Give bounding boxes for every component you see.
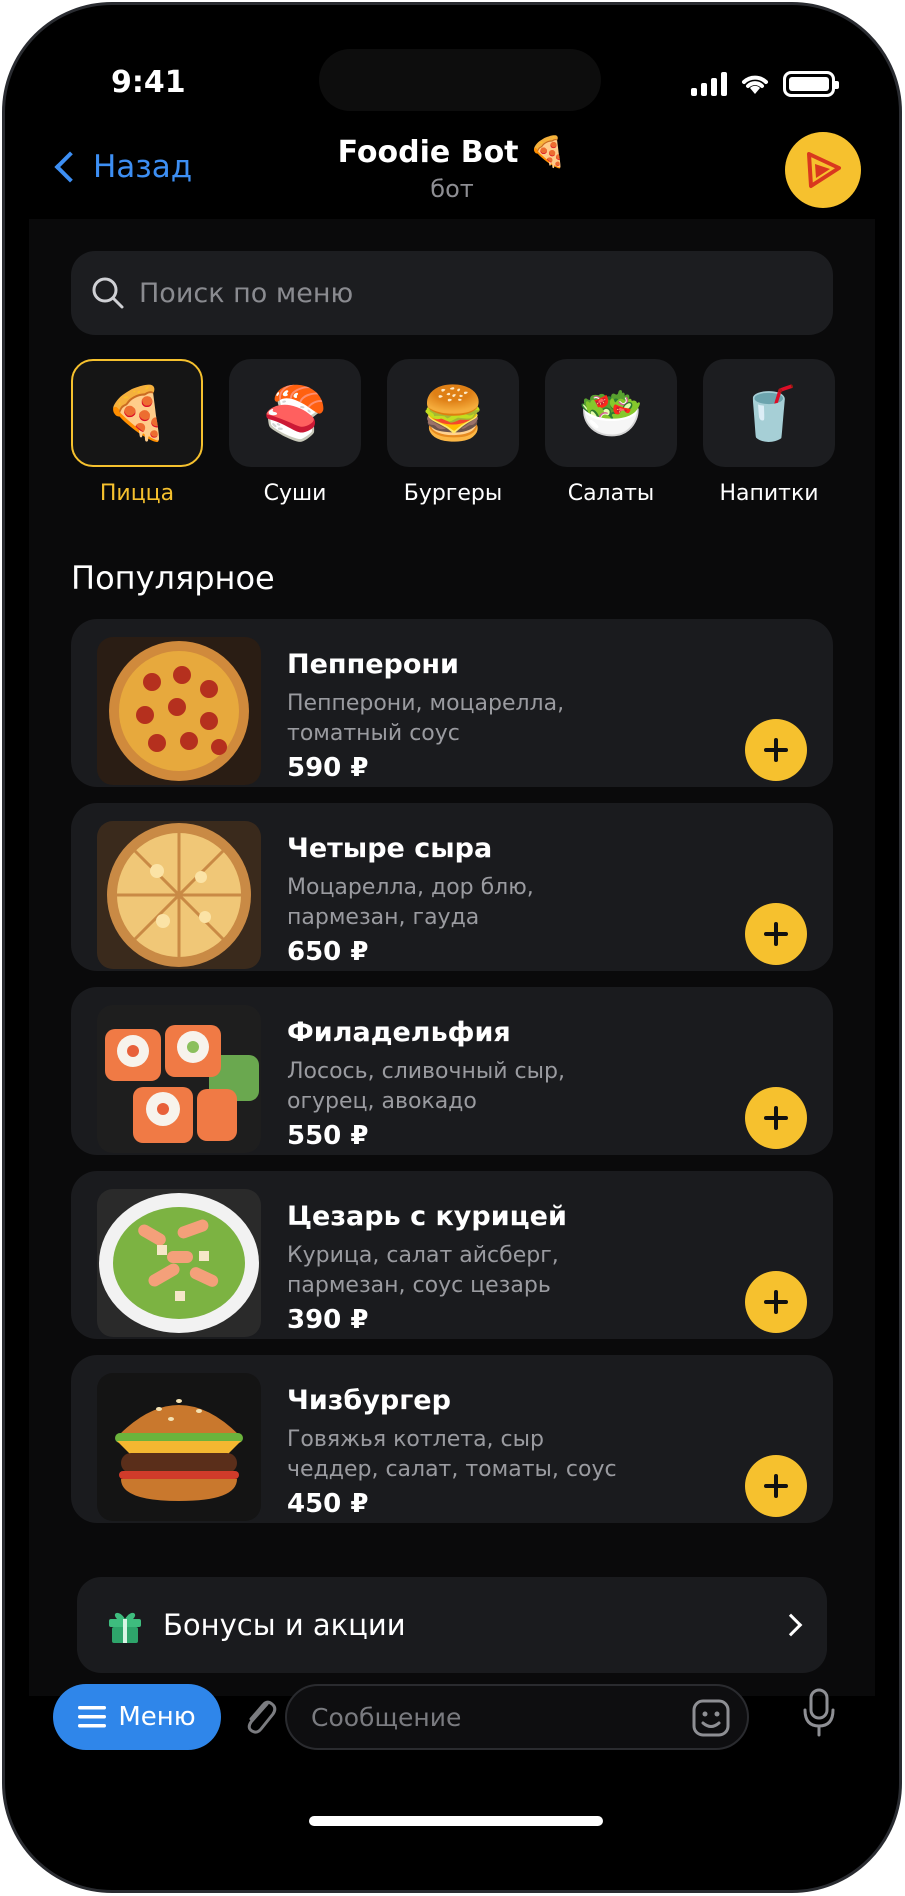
search-bar[interactable] — [71, 251, 833, 335]
message-input[interactable] — [311, 1702, 671, 1732]
signal-icon — [691, 72, 727, 96]
drink-can-icon: 🥤 — [736, 383, 802, 444]
cheeseburger-image — [97, 1373, 261, 1521]
hamburger-icon — [78, 1706, 107, 1728]
category-label: Суши — [263, 481, 327, 506]
sushi-icon: 🍣 — [262, 383, 328, 444]
category-sushi[interactable]: 🍣 Суши — [229, 359, 361, 506]
category-tile: 🥗 — [545, 359, 677, 467]
item-description: Моцарелла, дор блю, пармезан, гауда — [287, 875, 534, 930]
bot-avatar[interactable] — [785, 132, 861, 208]
status-icons — [691, 71, 839, 97]
item-name: Филадельфия — [287, 1017, 511, 1048]
microphone-icon[interactable] — [801, 1688, 837, 1738]
category-label: Бургеры — [403, 481, 503, 506]
chevron-right-icon — [779, 1613, 803, 1637]
bonus-label: Бонусы и акции — [163, 1608, 406, 1642]
wifi-icon — [742, 75, 768, 94]
philadelphia-roll-image — [97, 1005, 261, 1153]
pepperoni-pizza-image — [97, 637, 261, 785]
dynamic-island — [319, 49, 601, 111]
item-description: Говяжья котлета, сыр чеддер, салат, тома… — [287, 1427, 617, 1482]
category-salads[interactable]: 🥗 Салаты — [545, 359, 677, 506]
home-indicator[interactable] — [309, 1816, 603, 1826]
pizza-icon: 🍕 — [104, 383, 170, 444]
burger-icon: 🍔 — [420, 383, 486, 444]
caesar-salad-image — [97, 1189, 261, 1337]
add-to-cart-button[interactable] — [745, 903, 807, 965]
message-field[interactable] — [285, 1684, 749, 1750]
category-label: Напитки — [719, 481, 819, 506]
category-burgers[interactable]: 🍔 Бургеры — [387, 359, 519, 506]
pizza-logo-icon — [807, 152, 841, 188]
section-title: Популярное — [71, 559, 275, 597]
menu-item[interactable]: Филадельфия Лосось, сливочный сыр, огуре… — [71, 987, 833, 1155]
item-price: 590 ₽ — [287, 753, 369, 783]
item-price: 650 ₽ — [287, 937, 369, 967]
category-tile: 🍣 — [229, 359, 361, 467]
menu-item[interactable]: Чизбургер Говяжья котлета, сыр чеддер, с… — [71, 1355, 833, 1523]
chat-subtitle: бот — [430, 175, 474, 203]
bonus-promo-row[interactable]: Бонусы и акции — [77, 1577, 827, 1673]
category-tile: 🍕 — [71, 359, 203, 467]
screen: 9:41 Назад Foodie Bot 🍕 бот Поиск по мен… — [29, 29, 875, 1866]
add-to-cart-button[interactable] — [745, 1087, 807, 1149]
item-name: Пепперони — [287, 649, 459, 680]
search-input[interactable] — [139, 277, 659, 309]
chat-title: Foodie Bot 🍕 — [337, 135, 567, 170]
paperclip-icon[interactable] — [239, 1694, 279, 1738]
item-price: 390 ₽ — [287, 1305, 369, 1335]
item-price: 450 ₽ — [287, 1489, 369, 1519]
message-input-bar: Меню — [29, 1676, 875, 1756]
add-to-cart-button[interactable] — [745, 1271, 807, 1333]
add-to-cart-button[interactable] — [745, 719, 807, 781]
menu-items: Пепперони Пепперони, моцарелла, томатный… — [71, 619, 833, 1539]
item-description: Лосось, сливочный сыр, огурец, авокадо — [287, 1059, 565, 1114]
salad-icon: 🥗 — [578, 383, 644, 444]
item-price: 550 ₽ — [287, 1121, 369, 1151]
category-tile: 🍔 — [387, 359, 519, 467]
category-tile: 🥤 — [703, 359, 835, 467]
menu-button[interactable]: Меню — [53, 1684, 221, 1750]
add-to-cart-button[interactable] — [745, 1455, 807, 1517]
item-name: Цезарь с курицей — [287, 1201, 567, 1232]
menu-item[interactable]: Четыре сыра Моцарелла, дор блю, пармезан… — [71, 803, 833, 971]
phone-frame: 9:41 Назад Foodie Bot 🍕 бот Поиск по мен… — [2, 2, 902, 1893]
menu-item[interactable]: Цезарь с курицей Курица, салат айсберг, … — [71, 1171, 833, 1339]
four-cheese-pizza-image — [97, 821, 261, 969]
item-name: Четыре сыра — [287, 833, 493, 864]
category-pizza[interactable]: 🍕 Пицца — [71, 359, 203, 506]
gift-icon — [109, 1612, 141, 1643]
category-label: Пицца — [99, 481, 175, 506]
menu-button-label: Меню — [118, 1702, 196, 1732]
status-time: 9:41 — [111, 65, 186, 100]
menu-item[interactable]: Пепперони Пепперони, моцарелла, томатный… — [71, 619, 833, 787]
category-list: 🍕 Пицца 🍣 Суши 🍔 Бургеры 🥗 Салаты 🥤 Напи… — [71, 359, 835, 506]
item-description: Пепперони, моцарелла, томатный соус — [287, 691, 565, 746]
item-name: Чизбургер — [287, 1385, 451, 1416]
category-drinks[interactable]: 🥤 Напитки — [703, 359, 835, 506]
search-icon — [92, 277, 124, 309]
battery-icon — [783, 71, 839, 97]
item-description: Курица, салат айсберг, пармезан, соус це… — [287, 1243, 559, 1298]
sticker-icon[interactable] — [691, 1698, 731, 1738]
category-label: Салаты — [567, 481, 655, 506]
